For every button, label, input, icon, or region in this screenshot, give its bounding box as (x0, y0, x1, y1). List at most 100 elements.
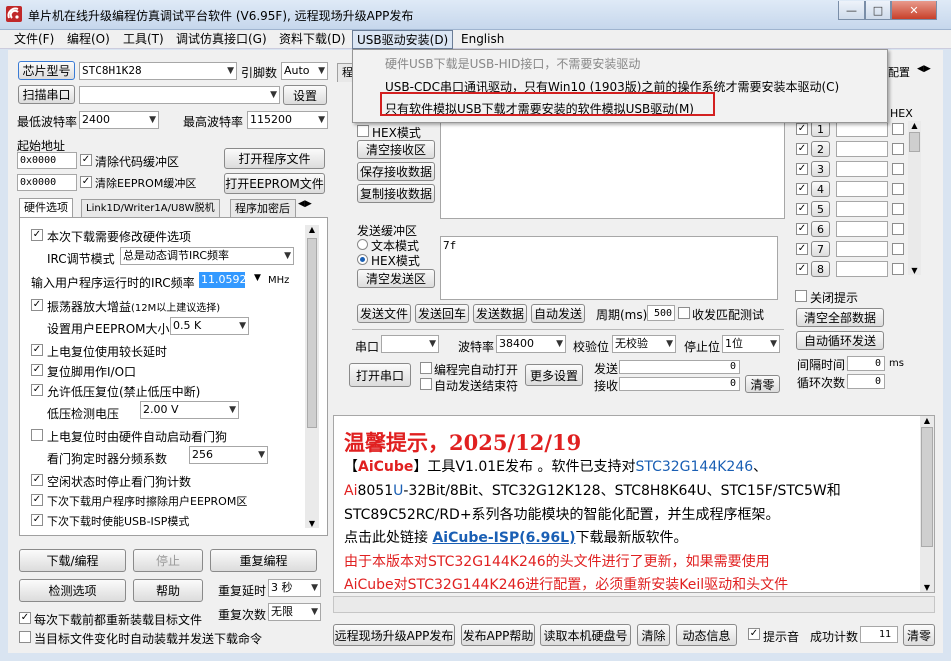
clear-count-button[interactable]: 清零 (745, 375, 780, 393)
wdt-div-select[interactable]: 256 ▼ (189, 446, 268, 464)
beep-checkbox[interactable]: ✓ (748, 628, 760, 640)
clear-button[interactable]: 清除 (637, 624, 670, 646)
receive-area[interactable] (440, 119, 785, 219)
code-address-field[interactable]: 0x0000 (17, 152, 77, 169)
row-hex-checkbox[interactable] (892, 263, 904, 275)
recv-hex-checkbox[interactable] (357, 125, 369, 137)
lvd-select[interactable]: 2.00 V ▼ (140, 401, 239, 419)
tab-offline[interactable]: Link1D/Writer1A/U8W脱机 (81, 199, 220, 218)
auto-loop-button[interactable]: 自动循环发送 (796, 331, 884, 350)
stop-button[interactable]: 停止 (133, 549, 203, 572)
auto-send-button[interactable]: 自动发送 (531, 304, 585, 323)
repeat-count-select[interactable]: 无限 ▼ (268, 603, 321, 621)
max-baud-select[interactable]: 115200 ▼ (247, 111, 328, 129)
stop-bits-select[interactable]: 1位 ▼ (722, 335, 780, 353)
row-enable-checkbox[interactable]: ✓ (796, 143, 808, 155)
scroll-thumb[interactable] (307, 238, 317, 428)
row-data-input[interactable] (836, 261, 888, 277)
clear-receive-button[interactable]: 清空接收区 (357, 140, 435, 159)
hex-mode-radio[interactable] (357, 254, 368, 265)
open-port-button[interactable]: 打开串口 (349, 363, 411, 387)
row-data-input[interactable] (836, 221, 888, 237)
menu-tools[interactable]: 工具(T) (119, 30, 168, 49)
scroll-down-icon[interactable]: ▼ (908, 266, 921, 275)
pins-select[interactable]: Auto ▼ (281, 62, 328, 80)
tab-encrypt[interactable]: 程序加密后 (230, 199, 296, 218)
baud-select[interactable]: 38400 ▼ (496, 335, 566, 353)
send-enter-button[interactable]: 发送回车 (415, 304, 469, 323)
wdt-auto-checkbox[interactable] (31, 429, 43, 441)
check-options-button[interactable]: 检测选项 (19, 579, 126, 602)
arrow-left-icon[interactable]: ◀ (917, 64, 924, 74)
open-program-button[interactable]: 打开程序文件 (224, 148, 325, 169)
close-button[interactable]: ✕ (891, 1, 937, 20)
auto-open-checkbox[interactable] (420, 362, 432, 374)
port-select[interactable]: ▼ (79, 86, 280, 104)
open-eeprom-button[interactable]: 打开EEPROM文件 (224, 173, 325, 194)
row-data-input[interactable] (836, 161, 888, 177)
close-tip-checkbox[interactable] (795, 290, 807, 302)
row-data-input[interactable] (836, 121, 888, 137)
row-send-button[interactable]: 2 (811, 141, 830, 157)
tab-config[interactable]: 配置 (888, 64, 910, 80)
row-hex-checkbox[interactable] (892, 183, 904, 195)
scroll-thumb[interactable] (909, 132, 920, 152)
remote-upgrade-button[interactable]: 远程现场升级APP发布 (333, 624, 455, 646)
menu-program[interactable]: 编程(O) (63, 30, 114, 49)
more-settings-button[interactable]: 更多设置 (525, 364, 583, 386)
animation-button[interactable]: 动态信息 (676, 624, 737, 646)
help-button[interactable]: 帮助 (133, 579, 203, 602)
row-hex-checkbox[interactable] (892, 163, 904, 175)
row-hex-checkbox[interactable] (892, 243, 904, 255)
menu-usb-driver[interactable]: USB驱动安装(D) (352, 30, 454, 49)
tab-scroll-arrows-right[interactable]: ◀▶ (917, 64, 941, 80)
arrow-right-icon[interactable]: ▶ (924, 64, 931, 74)
save-receive-button[interactable]: 保存接收数据 (357, 162, 435, 181)
row-hex-checkbox[interactable] (892, 123, 904, 135)
send-file-button[interactable]: 发送文件 (357, 304, 411, 323)
row-send-button[interactable]: 6 (811, 221, 830, 237)
scroll-down-icon[interactable]: ▼ (920, 583, 934, 592)
settings-button[interactable]: 设置 (283, 85, 327, 105)
repeat-delay-select[interactable]: 3 秒 ▼ (268, 579, 321, 597)
clear-eeprom-checkbox[interactable]: ✓ (80, 176, 92, 188)
arrow-left-icon[interactable]: ◀ (298, 199, 305, 209)
long-reset-checkbox[interactable]: ✓ (31, 344, 43, 356)
auto-send-end-checkbox[interactable] (420, 378, 432, 390)
interval-input[interactable]: 0 (847, 356, 885, 371)
scroll-down-icon[interactable]: ▼ (305, 519, 319, 528)
text-mode-radio[interactable] (357, 239, 368, 250)
reprogram-button[interactable]: 重复编程 (210, 549, 317, 572)
scroll-thumb[interactable] (921, 427, 933, 547)
row-enable-checkbox[interactable]: ✓ (796, 163, 808, 175)
row-enable-checkbox[interactable]: ✓ (796, 203, 808, 215)
maximize-button[interactable]: □ (865, 1, 891, 20)
row-hex-checkbox[interactable] (892, 143, 904, 155)
read-disk-button[interactable]: 读取本机硬盘号 (540, 624, 631, 646)
usb-isp-checkbox[interactable]: ✓ (31, 514, 43, 526)
row-enable-checkbox[interactable]: ✓ (796, 223, 808, 235)
row-send-button[interactable]: 1 (811, 121, 830, 137)
row-data-input[interactable] (836, 241, 888, 257)
lvr-checkbox[interactable]: ✓ (31, 384, 43, 396)
serial-port-select[interactable]: ▼ (381, 335, 439, 353)
row-data-input[interactable] (836, 181, 888, 197)
reload-checkbox[interactable]: ✓ (19, 612, 31, 624)
multi-scrollbar[interactable]: ▲ ▼ (908, 121, 921, 275)
min-baud-select[interactable]: 2400 ▼ (79, 111, 159, 129)
chip-model-select[interactable]: STC8H1K28 ▼ (79, 62, 237, 80)
send-area[interactable]: 7f (440, 236, 778, 300)
clear-send-button[interactable]: 清空发送区 (357, 269, 435, 288)
tips-scrollbar[interactable]: ▲ ▼ (920, 416, 934, 592)
row-hex-checkbox[interactable] (892, 223, 904, 235)
publish-help-button[interactable]: 发布APP帮助 (461, 624, 535, 646)
clear-all-button[interactable]: 清空全部数据 (796, 308, 884, 327)
parity-select[interactable]: 无校验 ▼ (612, 335, 676, 353)
chevron-down-icon[interactable]: ▼ (254, 273, 261, 283)
minimize-button[interactable]: — (838, 1, 865, 20)
amp-gain-checkbox[interactable]: ✓ (31, 299, 43, 311)
row-send-button[interactable]: 8 (811, 261, 830, 277)
row-data-input[interactable] (836, 201, 888, 217)
row-enable-checkbox[interactable]: ✓ (796, 183, 808, 195)
tab-hardware-options[interactable]: 硬件选项 (19, 198, 73, 217)
